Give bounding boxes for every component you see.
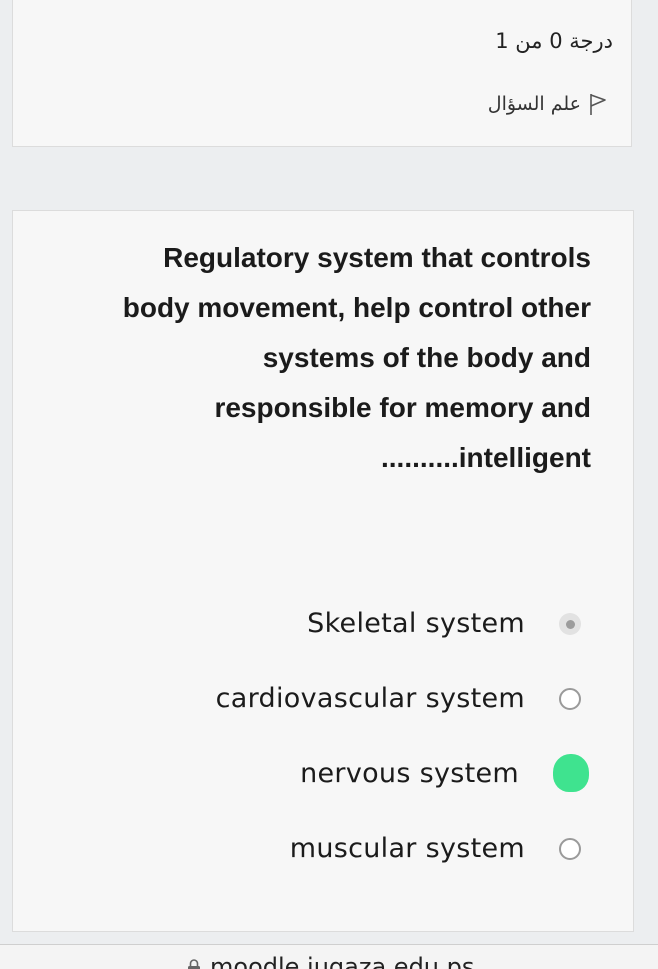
answer-option-label: nervous system bbox=[300, 757, 519, 789]
question-line: ..........intelligent bbox=[380, 442, 591, 473]
radio-button[interactable] bbox=[559, 687, 581, 710]
url-text: moodle.iugaza.edu.ps bbox=[210, 953, 475, 969]
answer-option-label: Skeletal system bbox=[307, 608, 525, 639]
flag-question-label: علم السؤال bbox=[487, 93, 581, 115]
flag-question-link[interactable]: علم السؤال bbox=[488, 91, 609, 117]
question-line: Regulatory system that controls bbox=[163, 242, 591, 273]
browser-url-bar[interactable]: moodle.iugaza.edu.ps bbox=[0, 944, 658, 969]
answer-option-muscular[interactable]: muscular system bbox=[290, 833, 581, 864]
grade-text: درجة 0 من 1 bbox=[495, 29, 613, 53]
question-line: systems of the body and bbox=[262, 342, 591, 373]
answer-option-label: cardiovascular system bbox=[215, 683, 525, 714]
answer-option-nervous[interactable]: nervous system bbox=[300, 754, 589, 792]
page: درجة 0 من 1 علم السؤال Regulatory system… bbox=[0, 0, 658, 969]
url-container: moodle.iugaza.edu.ps bbox=[186, 953, 474, 969]
highlight-mark[interactable] bbox=[553, 754, 589, 792]
question-line: body movement, help control other bbox=[122, 292, 591, 323]
radio-button-selected[interactable] bbox=[559, 612, 581, 635]
question-line: responsible for memory and bbox=[214, 392, 591, 423]
radio-button[interactable] bbox=[559, 837, 581, 860]
question-info-card: درجة 0 من 1 علم السؤال bbox=[12, 0, 632, 147]
answer-option-cardiovascular[interactable]: cardiovascular system bbox=[216, 683, 581, 714]
question-text: Regulatory system that controls body mov… bbox=[31, 233, 591, 483]
flag-icon bbox=[587, 91, 609, 117]
question-card: Regulatory system that controls body mov… bbox=[12, 210, 634, 932]
answer-option-skeletal[interactable]: Skeletal system bbox=[307, 608, 581, 639]
answer-option-label: muscular system bbox=[289, 833, 525, 864]
lock-icon bbox=[186, 958, 202, 969]
